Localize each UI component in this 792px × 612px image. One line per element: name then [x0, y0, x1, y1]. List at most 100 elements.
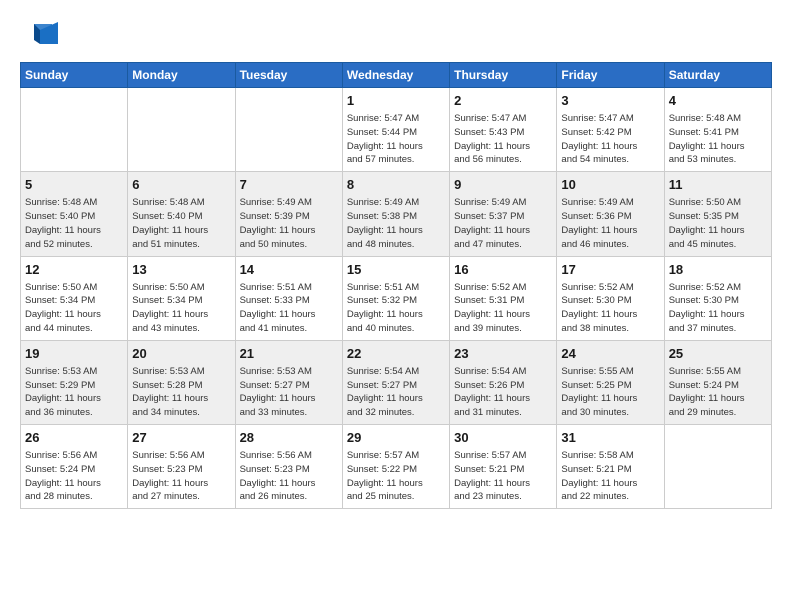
calendar-header-sunday: Sunday [21, 63, 128, 88]
calendar-cell: 28 Sunrise: 5:56 AMSunset: 5:23 PMDayligh… [235, 425, 342, 509]
calendar-cell: 19 Sunrise: 5:53 AMSunset: 5:29 PMDayligh… [21, 340, 128, 424]
calendar-cell [128, 88, 235, 172]
day-number: 27 [132, 429, 230, 447]
calendar-week-row: 19 Sunrise: 5:53 AMSunset: 5:29 PMDayligh… [21, 340, 772, 424]
day-info: Sunrise: 5:57 AMSunset: 5:22 PMDaylight:… [347, 449, 445, 504]
day-info: Sunrise: 5:49 AMSunset: 5:39 PMDaylight:… [240, 196, 338, 251]
calendar-cell: 27Sunrise: 5:56 AMSunset: 5:23 PMDayligh… [128, 425, 235, 509]
day-number: 24 [561, 345, 659, 363]
day-number: 4 [669, 92, 767, 110]
calendar-cell: 30 Sunrise: 5:57 AMSunset: 5:21 PMDayligh… [450, 425, 557, 509]
day-number: 31 [561, 429, 659, 447]
day-number: 16 [454, 261, 552, 279]
day-info: Sunrise: 5:53 AMSunset: 5:29 PMDaylight:… [25, 365, 123, 420]
calendar-week-row: 12 Sunrise: 5:50 AMSunset: 5:34 PMDayligh… [21, 256, 772, 340]
day-number: 6 [132, 176, 230, 194]
calendar-cell: 18Sunrise: 5:52 AMSunset: 5:30 PMDayligh… [664, 256, 771, 340]
calendar-cell: 16 Sunrise: 5:52 AMSunset: 5:31 PMDayligh… [450, 256, 557, 340]
calendar-cell [21, 88, 128, 172]
day-info: Sunrise: 5:48 AMSunset: 5:40 PMDaylight:… [25, 196, 123, 251]
day-info: Sunrise: 5:55 AMSunset: 5:25 PMDaylight:… [561, 365, 659, 420]
day-info: Sunrise: 5:48 AMSunset: 5:41 PMDaylight:… [669, 112, 767, 167]
day-info: Sunrise: 5:50 AMSunset: 5:35 PMDaylight:… [669, 196, 767, 251]
calendar-cell: 8 Sunrise: 5:49 AMSunset: 5:38 PMDaylight… [342, 172, 449, 256]
day-number: 30 [454, 429, 552, 447]
day-info: Sunrise: 5:56 AMSunset: 5:23 PMDaylight:… [240, 449, 338, 504]
day-info: Sunrise: 5:50 AMSunset: 5:34 PMDaylight:… [132, 281, 230, 336]
day-info: Sunrise: 5:47 AMSunset: 5:43 PMDaylight:… [454, 112, 552, 167]
calendar-week-row: 26 Sunrise: 5:56 AMSunset: 5:24 PMDayligh… [21, 425, 772, 509]
day-info: Sunrise: 5:55 AMSunset: 5:24 PMDaylight:… [669, 365, 767, 420]
calendar-cell: 21 Sunrise: 5:53 AMSunset: 5:27 PMDayligh… [235, 340, 342, 424]
day-info: Sunrise: 5:53 AMSunset: 5:28 PMDaylight:… [132, 365, 230, 420]
logo-icon [22, 16, 58, 52]
calendar-header-tuesday: Tuesday [235, 63, 342, 88]
calendar-header-saturday: Saturday [664, 63, 771, 88]
day-number: 1 [347, 92, 445, 110]
day-info: Sunrise: 5:57 AMSunset: 5:21 PMDaylight:… [454, 449, 552, 504]
day-number: 5 [25, 176, 123, 194]
calendar-cell: 2Sunrise: 5:47 AMSunset: 5:43 PMDaylight… [450, 88, 557, 172]
day-info: Sunrise: 5:54 AMSunset: 5:27 PMDaylight:… [347, 365, 445, 420]
day-info: Sunrise: 5:51 AMSunset: 5:32 PMDaylight:… [347, 281, 445, 336]
calendar-cell: 23Sunrise: 5:54 AMSunset: 5:26 PMDayligh… [450, 340, 557, 424]
calendar-cell [235, 88, 342, 172]
calendar-header-thursday: Thursday [450, 63, 557, 88]
calendar-cell: 20 Sunrise: 5:53 AMSunset: 5:28 PMDayligh… [128, 340, 235, 424]
calendar-table: SundayMondayTuesdayWednesdayThursdayFrid… [20, 62, 772, 509]
day-info: Sunrise: 5:47 AMSunset: 5:42 PMDaylight:… [561, 112, 659, 167]
day-number: 17 [561, 261, 659, 279]
header [20, 18, 772, 52]
calendar-cell: 15 Sunrise: 5:51 AMSunset: 5:32 PMDayligh… [342, 256, 449, 340]
calendar-cell: 11Sunrise: 5:50 AMSunset: 5:35 PMDayligh… [664, 172, 771, 256]
day-number: 14 [240, 261, 338, 279]
calendar-cell: 3Sunrise: 5:47 AMSunset: 5:42 PMDaylight… [557, 88, 664, 172]
calendar-week-row: 5 Sunrise: 5:48 AMSunset: 5:40 PMDaylight… [21, 172, 772, 256]
calendar-cell: 14 Sunrise: 5:51 AMSunset: 5:33 PMDayligh… [235, 256, 342, 340]
day-info: Sunrise: 5:49 AMSunset: 5:38 PMDaylight:… [347, 196, 445, 251]
calendar-cell: 12 Sunrise: 5:50 AMSunset: 5:34 PMDayligh… [21, 256, 128, 340]
day-info: Sunrise: 5:51 AMSunset: 5:33 PMDaylight:… [240, 281, 338, 336]
day-number: 12 [25, 261, 123, 279]
day-number: 28 [240, 429, 338, 447]
calendar-cell: 25 Sunrise: 5:55 AMSunset: 5:24 PMDayligh… [664, 340, 771, 424]
calendar-cell: 6 Sunrise: 5:48 AMSunset: 5:40 PMDaylight… [128, 172, 235, 256]
day-info: Sunrise: 5:48 AMSunset: 5:40 PMDaylight:… [132, 196, 230, 251]
logo [20, 18, 58, 52]
calendar-cell: 9Sunrise: 5:49 AMSunset: 5:37 PMDaylight… [450, 172, 557, 256]
calendar-header-row: SundayMondayTuesdayWednesdayThursdayFrid… [21, 63, 772, 88]
day-number: 20 [132, 345, 230, 363]
day-info: Sunrise: 5:49 AMSunset: 5:37 PMDaylight:… [454, 196, 552, 251]
calendar-cell: 4 Sunrise: 5:48 AMSunset: 5:41 PMDaylight… [664, 88, 771, 172]
calendar-cell [664, 425, 771, 509]
calendar-header-monday: Monday [128, 63, 235, 88]
day-number: 8 [347, 176, 445, 194]
day-info: Sunrise: 5:52 AMSunset: 5:30 PMDaylight:… [669, 281, 767, 336]
calendar-cell: 10Sunrise: 5:49 AMSunset: 5:36 PMDayligh… [557, 172, 664, 256]
day-info: Sunrise: 5:56 AMSunset: 5:24 PMDaylight:… [25, 449, 123, 504]
day-number: 26 [25, 429, 123, 447]
calendar-cell: 7Sunrise: 5:49 AMSunset: 5:39 PMDaylight… [235, 172, 342, 256]
day-info: Sunrise: 5:49 AMSunset: 5:36 PMDaylight:… [561, 196, 659, 251]
calendar-cell: 13Sunrise: 5:50 AMSunset: 5:34 PMDayligh… [128, 256, 235, 340]
calendar-cell: 17Sunrise: 5:52 AMSunset: 5:30 PMDayligh… [557, 256, 664, 340]
day-info: Sunrise: 5:52 AMSunset: 5:31 PMDaylight:… [454, 281, 552, 336]
calendar-header-wednesday: Wednesday [342, 63, 449, 88]
day-number: 15 [347, 261, 445, 279]
calendar-cell: 1 Sunrise: 5:47 AMSunset: 5:44 PMDaylight… [342, 88, 449, 172]
day-number: 22 [347, 345, 445, 363]
day-number: 19 [25, 345, 123, 363]
day-info: Sunrise: 5:47 AMSunset: 5:44 PMDaylight:… [347, 112, 445, 167]
calendar-header-friday: Friday [557, 63, 664, 88]
day-number: 21 [240, 345, 338, 363]
calendar-cell: 5 Sunrise: 5:48 AMSunset: 5:40 PMDaylight… [21, 172, 128, 256]
day-number: 25 [669, 345, 767, 363]
calendar-cell: 29 Sunrise: 5:57 AMSunset: 5:22 PMDayligh… [342, 425, 449, 509]
page: SundayMondayTuesdayWednesdayThursdayFrid… [0, 0, 792, 612]
day-info: Sunrise: 5:54 AMSunset: 5:26 PMDaylight:… [454, 365, 552, 420]
day-info: Sunrise: 5:53 AMSunset: 5:27 PMDaylight:… [240, 365, 338, 420]
calendar-cell: 31Sunrise: 5:58 AMSunset: 5:21 PMDayligh… [557, 425, 664, 509]
day-number: 29 [347, 429, 445, 447]
calendar-cell: 22 Sunrise: 5:54 AMSunset: 5:27 PMDayligh… [342, 340, 449, 424]
day-info: Sunrise: 5:50 AMSunset: 5:34 PMDaylight:… [25, 281, 123, 336]
